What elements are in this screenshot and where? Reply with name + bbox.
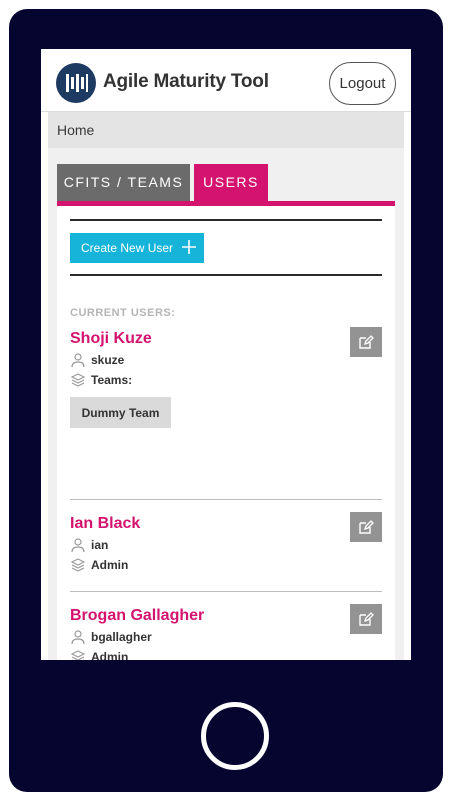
device-home-button[interactable] — [201, 702, 269, 770]
person-icon — [70, 629, 86, 645]
user-name[interactable]: Brogan Gallagher — [70, 607, 204, 625]
app-logo-icon — [56, 63, 96, 103]
logout-button[interactable]: Logout — [329, 62, 396, 105]
edit-icon — [359, 612, 374, 626]
create-new-user-button[interactable]: Create New User — [70, 233, 204, 263]
person-icon — [70, 352, 86, 368]
user-role-row: Teams: — [70, 372, 132, 388]
user-role-label: Teams: — [91, 373, 133, 387]
tab-users[interactable]: USERS — [194, 164, 268, 201]
plus-icon — [182, 239, 197, 257]
user-name[interactable]: Shoji Kuze — [70, 330, 152, 348]
app-screen: Agile Maturity Tool Logout Home CFITS / … — [41, 49, 411, 660]
user-divider — [70, 499, 382, 500]
user-role-label: Admin — [91, 650, 129, 660]
team-chip[interactable]: Dummy Team — [70, 397, 171, 428]
person-icon — [70, 537, 86, 553]
app-header: Agile Maturity Tool Logout — [41, 49, 411, 112]
edit-user-button[interactable] — [350, 604, 382, 634]
layers-icon — [70, 372, 86, 388]
user-username-row: skuze — [70, 352, 124, 368]
breadcrumb-home-link[interactable]: Home — [57, 122, 94, 138]
edit-icon — [359, 520, 374, 534]
tab-bar: CFITS / TEAMS USERS — [57, 164, 395, 206]
user-name[interactable]: Ian Black — [70, 515, 140, 533]
main-content: CFITS / TEAMS USERS Create New User CURR… — [48, 148, 404, 660]
user-divider — [70, 591, 382, 592]
user-username-row: bgallagher — [70, 629, 152, 645]
layers-icon — [70, 649, 86, 660]
user-role-label: Admin — [91, 558, 129, 572]
app-title: Agile Maturity Tool — [103, 71, 269, 92]
divider — [70, 274, 382, 276]
user-username-row: ian — [70, 537, 108, 553]
current-users-heading: CURRENT USERS: — [70, 307, 176, 319]
user-username: skuze — [91, 353, 125, 367]
tab-cfits-teams[interactable]: CFITS / TEAMS — [57, 164, 190, 201]
edit-user-button[interactable] — [350, 512, 382, 542]
create-new-user-label: Create New User — [81, 241, 174, 255]
breadcrumb: Home — [48, 112, 404, 148]
user-username: ian — [91, 538, 109, 552]
layers-icon — [70, 557, 86, 573]
user-role-row: Admin — [70, 557, 128, 573]
edit-user-button[interactable] — [350, 327, 382, 357]
user-role-row: Admin — [70, 649, 128, 660]
edit-icon — [359, 335, 374, 349]
users-panel: Create New User CURRENT USERS: Shoji Kuz… — [57, 206, 395, 660]
user-username: bgallagher — [91, 630, 152, 644]
divider — [70, 219, 382, 221]
